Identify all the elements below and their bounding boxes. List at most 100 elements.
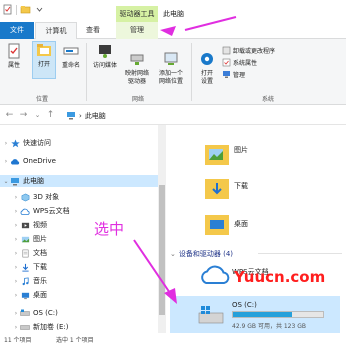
tab-file[interactable]: 文件 (0, 22, 34, 39)
sidebar-item-music[interactable]: › 音乐 (12, 275, 47, 287)
sidebar-item-documents[interactable]: › 文档 (12, 247, 47, 259)
address-bar: ← → ⌄ ↑ › 此电脑 (0, 106, 346, 125)
network-group-label: 网络 (132, 96, 145, 103)
wps-cloud-item[interactable] (200, 263, 230, 287)
sidebar-item-new-volume-e[interactable]: › 新加卷 (E:) (12, 321, 69, 333)
window-title: 此电脑 (163, 10, 184, 18)
open-settings-button[interactable]: 打开 设置 (196, 43, 218, 94)
tab-manage[interactable]: 管理 (116, 22, 158, 39)
sidebar-item-quick-access[interactable]: › 快速访问 (2, 137, 51, 149)
sidebar-item-this-pc[interactable]: ⌄ 此电脑 (0, 175, 158, 187)
sidebar-item-label: OS (C:) (33, 309, 58, 317)
documents-icon (20, 248, 30, 258)
wps-cloud-icon (20, 206, 30, 216)
chevron-right-icon[interactable]: › (12, 236, 20, 243)
chevron-right-icon[interactable]: › (12, 324, 20, 331)
sidebar-item-pictures[interactable]: › 图片 (12, 233, 47, 245)
sidebar-item-label: 音乐 (33, 277, 47, 285)
chevron-right-icon[interactable]: › (12, 222, 20, 229)
address-path[interactable]: › 此电脑 (66, 109, 106, 122)
sidebar-item-3d-objects[interactable]: › 3D 对象 (12, 191, 59, 203)
sidebar-item-label: OneDrive (23, 157, 56, 165)
manage-button[interactable]: 管理 (222, 69, 245, 79)
back-icon[interactable]: ← (4, 109, 15, 121)
folder-desktop-label: 桌面 (234, 220, 248, 228)
navigation-pane: › 快速访问 › OneDrive ⌄ 此电脑 › 3D 对象 › WPS云文档… (0, 125, 160, 333)
drive-usage-fill (233, 312, 292, 317)
chevron-right-icon[interactable]: › (12, 264, 20, 271)
sidebar-item-os-c[interactable]: › OS (C:) (12, 307, 58, 319)
system-properties-button[interactable]: 系统属性 (222, 57, 257, 67)
ribbon-divider (86, 43, 87, 101)
recent-locations-icon[interactable]: ⌄ (32, 109, 43, 121)
rename-icon (63, 47, 79, 55)
drive-tools-context-tab: 驱动器工具 (116, 6, 158, 22)
chevron-right-icon[interactable]: › (12, 292, 20, 299)
gear-icon (201, 53, 213, 65)
music-icon (20, 276, 30, 286)
drive-icon (20, 322, 30, 332)
status-item-count: 11 个项目 (4, 337, 32, 344)
sidebar-item-label: 3D 对象 (33, 193, 60, 201)
chevron-right-icon[interactable]: › (12, 194, 20, 201)
open-icon (37, 44, 51, 56)
computer-manage-icon (223, 70, 230, 78)
navigation-scrollbar[interactable] (158, 125, 166, 333)
pictures-icon (20, 234, 30, 244)
chevron-right-icon[interactable]: › (2, 140, 10, 147)
open-settings-label: 打开 设置 (200, 70, 213, 85)
ribbon: 属性 打开 重命名 位置 访问媒体 映射网络 驱动器 添加一个 网络位置 网络 … (0, 39, 346, 105)
map-network-drive-button[interactable]: 映射网络 驱动器 (122, 43, 152, 94)
folder-downloads-label: 下载 (234, 182, 248, 190)
drive-icon (198, 306, 224, 324)
new-folder-icon[interactable] (20, 4, 31, 15)
programs-icon (222, 46, 231, 54)
sidebar-item-label: 桌面 (33, 291, 47, 299)
sidebar-item-onedrive[interactable]: › OneDrive (2, 155, 56, 167)
drive-usage-bar (232, 311, 324, 318)
folder-desktop[interactable] (204, 211, 230, 239)
access-media-button[interactable]: 访问媒体 (90, 43, 120, 70)
folder-pictures[interactable] (204, 141, 230, 169)
wps-cloud-icon (201, 265, 230, 284)
tab-view[interactable]: 查看 (78, 22, 108, 39)
chevron-right-icon[interactable]: › (12, 208, 20, 215)
ribbon-tabs: 文件 计算机 查看 管理 (0, 22, 346, 39)
uninstall-program-button[interactable]: 卸载或更改程序 (222, 45, 275, 55)
3d-objects-icon (20, 192, 30, 202)
chevron-right-icon[interactable]: › (12, 250, 20, 257)
sidebar-item-label: 图片 (33, 235, 47, 243)
sidebar-item-wps-cloud[interactable]: › WPS云文档 (12, 205, 70, 217)
sidebar-item-label: 文档 (33, 249, 47, 257)
desktop-folder-icon (205, 215, 229, 235)
properties-icon[interactable] (2, 4, 13, 15)
address-separator: › (79, 111, 82, 120)
tab-computer[interactable]: 计算机 (35, 22, 77, 39)
folder-pictures-label: 图片 (234, 146, 248, 154)
drive-os-c-selected[interactable]: OS (C:) 42.9 GB 可用，共 123 GB (170, 296, 340, 334)
rename-button[interactable]: 重命名 (60, 43, 82, 70)
drive-name: OS (C:) (232, 301, 257, 309)
up-icon[interactable]: ↑ (45, 109, 56, 121)
download-icon (20, 262, 30, 272)
dropdown-icon[interactable] (34, 4, 45, 15)
chevron-right-icon[interactable]: › (12, 278, 20, 285)
sidebar-item-desktop[interactable]: › 桌面 (12, 289, 47, 301)
sidebar-item-label: 新加卷 (E:) (33, 323, 69, 331)
sidebar-item-downloads[interactable]: › 下载 (12, 261, 47, 273)
chevron-right-icon[interactable]: › (12, 310, 20, 317)
folder-downloads[interactable] (204, 175, 230, 203)
properties-button[interactable]: 属性 (4, 43, 24, 70)
forward-icon[interactable]: → (18, 109, 29, 121)
chevron-right-icon[interactable]: › (2, 158, 10, 165)
chevron-down-icon[interactable]: ⌄ (2, 178, 10, 185)
sidebar-item-videos[interactable]: › 视频 (12, 219, 47, 231)
open-button[interactable]: 打开 (32, 41, 56, 79)
toolbar-divider (16, 4, 17, 15)
scrollbar-thumb[interactable] (159, 185, 165, 315)
chevron-down-icon: ⌄ (170, 250, 176, 258)
sidebar-item-label: 视频 (33, 221, 47, 229)
devices-drives-group-header[interactable]: ⌄ 设备和驱动器 (4) (170, 249, 233, 259)
add-network-location-button[interactable]: 添加一个 网络位置 (155, 43, 187, 94)
system-properties-label: 系统属性 (233, 59, 258, 67)
